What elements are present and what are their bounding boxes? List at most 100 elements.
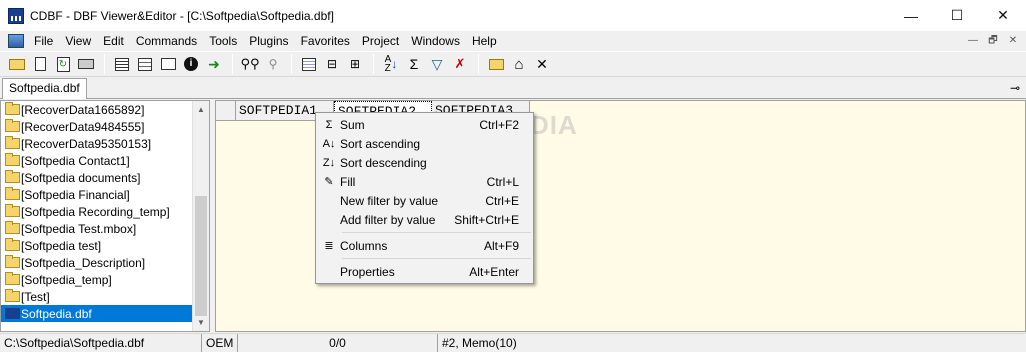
clear-filter-icon[interactable]: ✗ [449,53,471,75]
tree-item[interactable]: [Softpedia Contact1] [1,152,209,169]
sum-icon: Σ [325,118,333,131]
menu-item-label: Sort descending [340,155,427,170]
mdi-close-button[interactable]: ✕ [1004,33,1022,49]
menu-favorites[interactable]: Favorites [295,31,356,51]
tree-item-label: [RecoverData9484555] [21,119,145,134]
tree-item-selected[interactable]: Softpedia.dbf [1,305,193,322]
folder-icon [5,187,20,200]
tree-item[interactable]: [Softpedia Recording_temp] [1,203,209,220]
scroll-up-icon[interactable]: ▲ [193,101,209,118]
sort-icon[interactable]: A Z ↓ [380,53,402,75]
tree-item[interactable]: [RecoverData1665892] [1,101,209,118]
close-icon[interactable]: ✕ [531,53,553,75]
tree-item[interactable]: [RecoverData9484555] [1,118,209,135]
tree-item[interactable]: [Softpedia documents] [1,169,209,186]
menu-plugins[interactable]: Plugins [243,31,294,51]
folder-icon [5,272,20,285]
menu-view[interactable]: View [59,31,97,51]
toolbar: ↻ i ➜ ⚲⚲ ⚲ ⊟ ⊞ A Z ↓ Σ ▽ ✗ ⌂ ✕ [0,51,1026,77]
find-icon[interactable]: ⚲⚲ [239,53,261,75]
menu-item-label: Sort ascending [340,136,421,151]
tree-item[interactable]: [Softpedia test] [1,237,209,254]
toolbar-separator [291,54,292,74]
mail-icon[interactable] [485,53,507,75]
sort-ascending-icon: A↓ [322,137,336,150]
goto-icon[interactable]: ➜ [203,53,225,75]
refresh-icon[interactable]: ↻ [52,53,74,75]
menu-item-sort-descending[interactable]: Z↓ Sort descending [316,153,533,172]
new-file-icon[interactable] [29,53,51,75]
menu-item-shortcut: Ctrl+L [486,174,519,189]
add-record-icon[interactable] [298,53,320,75]
menu-item-new-filter-by-value[interactable]: New filter by value Ctrl+E [316,191,533,210]
window-title: CDBF - DBF Viewer&Editor - [C:\Softpedia… [30,8,334,23]
toolbar-separator [373,54,374,74]
delete-column-icon[interactable]: ⊞ [344,53,366,75]
tree-item[interactable]: [Softpedia_temp] [1,271,209,288]
menu-item-sum[interactable]: Σ Sum Ctrl+F2 [316,115,533,134]
close-button[interactable]: ✕ [980,0,1026,31]
folder-icon [5,119,20,132]
mdi-restore-button[interactable]: 🗗 [984,33,1002,49]
folder-icon [5,153,20,166]
grid-corner[interactable] [216,101,236,121]
tree-scrollbar[interactable]: ▲ ▼ [192,101,209,331]
open-folder-icon[interactable] [6,53,28,75]
toolbar-separator [478,54,479,74]
tree-item-label: [RecoverData1665892] [21,102,145,117]
menu-commands[interactable]: Commands [130,31,203,51]
tree-item[interactable]: [Softpedia Test.mbox] [1,220,209,237]
info-icon[interactable]: i [180,53,202,75]
tab-softpedia-dbf[interactable]: Softpedia.dbf [2,78,87,99]
menu-edit[interactable]: Edit [97,31,130,51]
menu-item-columns[interactable]: ≣ Columns Alt+F9 [316,236,533,255]
scrollbar-thumb[interactable] [195,196,207,316]
menu-item-fill[interactable]: ✎ Fill Ctrl+L [316,172,533,191]
record-icon[interactable] [157,53,179,75]
mdi-document-icon[interactable] [8,34,24,48]
menu-project[interactable]: Project [356,31,405,51]
tree-item[interactable]: [Softpedia Financial] [1,186,209,203]
tree-item-label: [Softpedia Test.mbox] [21,221,137,236]
home-icon[interactable]: ⌂ [508,53,530,75]
menu-file[interactable]: File [28,31,59,51]
find-next-icon[interactable]: ⚲ [262,53,284,75]
mdi-controls: — 🗗 ✕ [964,33,1022,49]
tree-item[interactable]: [Softpedia_Description] [1,254,209,271]
folder-icon [5,102,20,115]
menu-item-sort-ascending[interactable]: A↓ Sort ascending [316,134,533,153]
context-menu: Σ Sum Ctrl+F2 A↓ Sort ascending Z↓ Sort … [315,112,534,284]
file-tree: [RecoverData1665892] [RecoverData9484555… [0,100,210,332]
status-encoding: OEM [202,334,238,352]
menu-windows[interactable]: Windows [405,31,466,51]
tree-item-label: [RecoverData95350153] [21,136,152,151]
scroll-down-icon[interactable]: ▼ [193,314,209,331]
app-icon [8,7,24,24]
tree-item-label: [Softpedia Contact1] [21,153,130,168]
form-view-icon[interactable] [134,53,156,75]
menu-item-shortcut: Alt+Enter [469,264,519,279]
mdi-minimize-button[interactable]: — [964,33,982,49]
tree-item-label: [Softpedia documents] [21,170,141,185]
fill-icon: ✎ [324,176,334,188]
tree-item-label: [Softpedia Recording_temp] [21,204,170,219]
menu-help[interactable]: Help [466,31,503,51]
folder-icon [5,255,20,268]
minimize-button[interactable]: — [888,0,934,31]
tree-item[interactable]: [RecoverData95350153] [1,135,209,152]
filter-icon[interactable]: ▽ [426,53,448,75]
folder-icon [5,289,20,302]
tree-item-label: [Softpedia_Description] [21,255,146,270]
sum-icon[interactable]: Σ [403,53,425,75]
toolbar-separator [232,54,233,74]
menu-tools[interactable]: Tools [203,31,243,51]
status-path: C:\Softpedia\Softpedia.dbf [0,334,202,352]
maximize-button[interactable]: ☐ [934,0,980,31]
insert-column-icon[interactable]: ⊟ [321,53,343,75]
tree-item[interactable]: [Test] [1,288,209,305]
print-icon[interactable] [75,53,97,75]
grid-view-icon[interactable] [111,53,133,75]
menu-item-add-filter-by-value[interactable]: Add filter by value Shift+Ctrl+E [316,210,533,229]
pin-icon[interactable]: ⊸ [1010,81,1020,95]
menu-item-properties[interactable]: Properties Alt+Enter [316,262,533,281]
